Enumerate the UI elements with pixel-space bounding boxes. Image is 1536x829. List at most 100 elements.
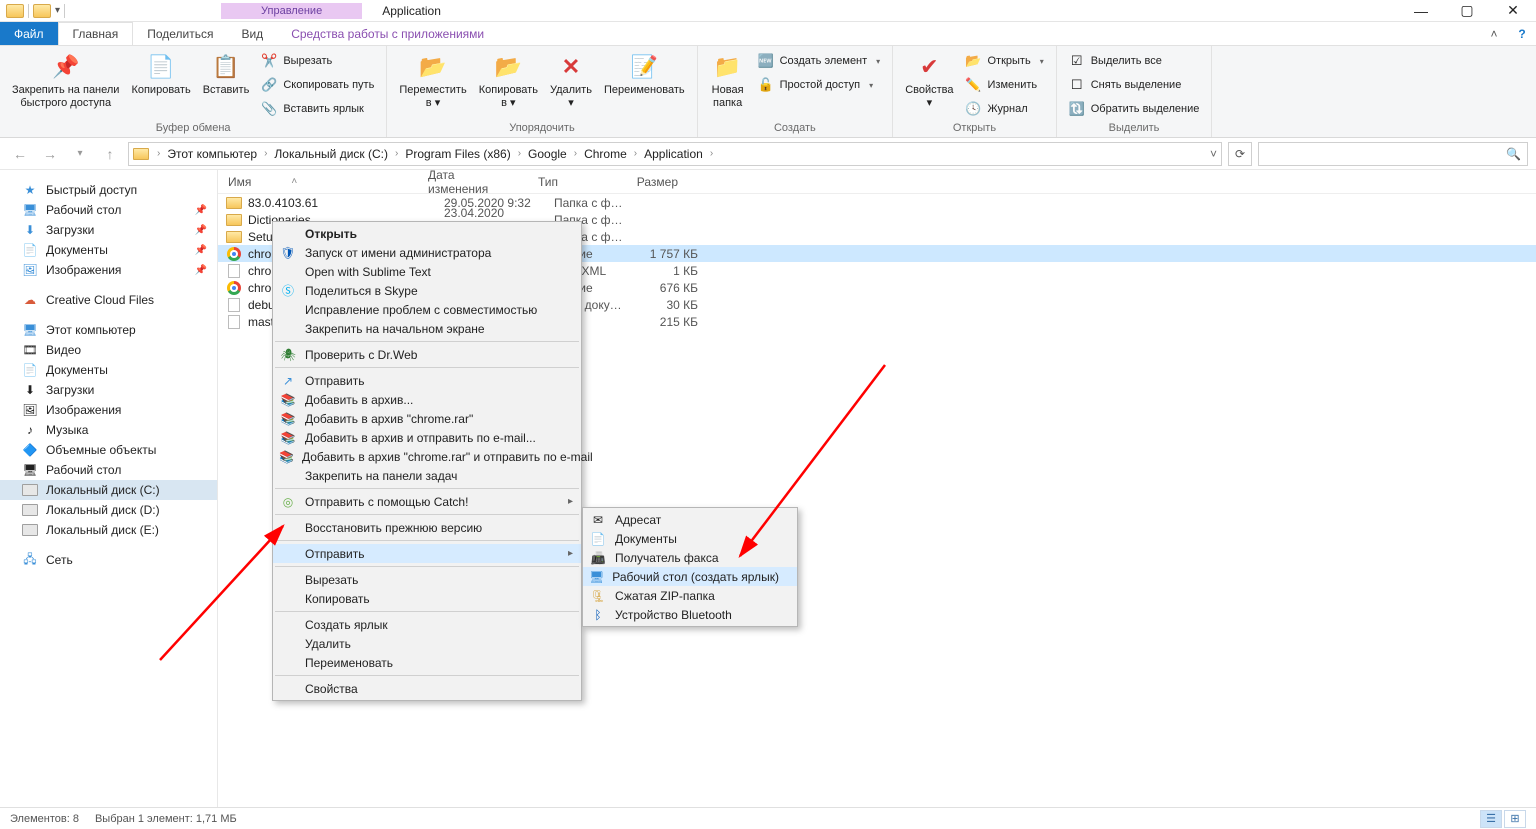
breadcrumb-item[interactable]: Application: [641, 147, 706, 161]
nav-music[interactable]: ♪Музыка: [0, 420, 217, 440]
column-size[interactable]: Размер: [618, 175, 688, 189]
new-folder-button[interactable]: 📁Новая папка: [704, 48, 752, 112]
nav-creative-cloud[interactable]: ☁Creative Cloud Files: [0, 290, 217, 310]
nav-forward-button[interactable]: →: [38, 142, 62, 166]
tab-home[interactable]: Главная: [58, 22, 134, 45]
ctx-restore[interactable]: Восстановить прежнюю версию: [273, 518, 581, 537]
ctx-run-admin[interactable]: 🛡Запуск от имени администратора: [273, 243, 581, 262]
nav-disk-c[interactable]: Локальный диск (C:): [0, 480, 217, 500]
ctx-skype[interactable]: ⓈПоделиться в Skype: [273, 281, 581, 300]
sendto-bluetooth[interactable]: ᛒУстройство Bluetooth: [583, 605, 797, 624]
ribbon-collapse-icon[interactable]: ˄: [1480, 22, 1508, 45]
invert-selection-button[interactable]: 🔃Обратить выделение: [1063, 98, 1206, 120]
paste-shortcut-button[interactable]: 📎Вставить ярлык: [255, 98, 380, 120]
nav-downloads-pc[interactable]: ⬇Загрузки: [0, 380, 217, 400]
view-details-button[interactable]: ☰: [1480, 810, 1502, 828]
select-all-button[interactable]: ☑Выделить все: [1063, 50, 1206, 72]
nav-disk-e[interactable]: Локальный диск (E:): [0, 520, 217, 540]
column-name[interactable]: Имя˄: [218, 175, 418, 189]
nav-downloads[interactable]: ⬇Загрузки📌: [0, 220, 217, 240]
nav-documents-pc[interactable]: 📄Документы: [0, 360, 217, 380]
ctx-pin-taskbar[interactable]: Закрепить на панели задач: [273, 466, 581, 485]
ctx-add-archive[interactable]: 📚Добавить в архив...: [273, 390, 581, 409]
ctx-open[interactable]: Открыть: [273, 224, 581, 243]
column-type[interactable]: Тип: [528, 175, 618, 189]
tab-file[interactable]: Файл: [0, 22, 58, 45]
properties-button[interactable]: ✔Свойства ▾: [899, 48, 959, 112]
nav-disk-d[interactable]: Локальный диск (D:): [0, 500, 217, 520]
ctx-catch[interactable]: ◎Отправить с помощью Catch!▸: [273, 492, 581, 511]
pin-quick-access-button[interactable]: 📌Закрепить на панели быстрого доступа: [6, 48, 125, 112]
ctx-create-shortcut[interactable]: Создать ярлык: [273, 615, 581, 634]
breadcrumb-item[interactable]: Program Files (x86): [402, 147, 513, 161]
nav-pictures[interactable]: 🖼Изображения📌: [0, 260, 217, 280]
ctx-compat[interactable]: Исправление проблем с совместимостью: [273, 300, 581, 319]
ctx-drweb[interactable]: 🕷Проверить с Dr.Web: [273, 345, 581, 364]
ctx-rename[interactable]: Переименовать: [273, 653, 581, 672]
nav-up-button[interactable]: ↑: [98, 142, 122, 166]
search-input[interactable]: 🔍: [1258, 142, 1528, 166]
rename-button[interactable]: 📝Переименовать: [598, 48, 691, 99]
tab-share[interactable]: Поделиться: [133, 22, 227, 45]
column-date[interactable]: Дата изменения: [418, 168, 528, 196]
qat-dropdown-icon[interactable]: ▾: [55, 5, 60, 16]
ctx-open-sublime[interactable]: Open with Sublime Text: [273, 262, 581, 281]
easy-access-button[interactable]: 🔓Простой доступ: [752, 74, 887, 96]
copy-button[interactable]: 📄Копировать: [125, 48, 196, 99]
ctx-send-to[interactable]: Отправить▸: [273, 544, 581, 563]
nav-pictures-pc[interactable]: 🖼Изображения: [0, 400, 217, 420]
nav-desktop-pc[interactable]: 🖥Рабочий стол: [0, 460, 217, 480]
refresh-button[interactable]: ⟳: [1228, 142, 1252, 166]
nav-network[interactable]: 🖧Сеть: [0, 550, 217, 570]
breadcrumb-item[interactable]: Этот компьютер: [164, 147, 260, 161]
tab-view[interactable]: Вид: [227, 22, 277, 45]
sendto-zip[interactable]: 🗜Сжатая ZIP-папка: [583, 586, 797, 605]
ctx-add-email[interactable]: 📚Добавить в архив и отправить по e-mail.…: [273, 428, 581, 447]
paste-button[interactable]: 📋Вставить: [197, 48, 256, 99]
ctx-add-rar-email[interactable]: 📚Добавить в архив "chrome.rar" и отправи…: [273, 447, 581, 466]
navigation-pane[interactable]: ★Быстрый доступ 🖥Рабочий стол📌 ⬇Загрузки…: [0, 170, 218, 807]
sendto-desktop[interactable]: 🖥Рабочий стол (создать ярлык): [583, 567, 797, 586]
tab-app-tools[interactable]: Средства работы с приложениями: [277, 22, 498, 45]
copy-to-button[interactable]: 📂Копировать в ▾: [473, 48, 544, 112]
sendto-recipient[interactable]: ✉Адресат: [583, 510, 797, 529]
open-button[interactable]: 📂Открыть: [960, 50, 1050, 72]
file-row[interactable]: 83.0.4103.6129.05.2020 9:32Папка с файла…: [218, 194, 1536, 211]
ctx-cut[interactable]: Вырезать: [273, 570, 581, 589]
sendto-submenu[interactable]: ✉Адресат 📄Документы 📠Получатель факса 🖥Р…: [582, 507, 798, 627]
nav-this-pc[interactable]: 🖥Этот компьютер: [0, 320, 217, 340]
minimize-button[interactable]: ―: [1398, 0, 1444, 22]
view-large-button[interactable]: ⊞: [1504, 810, 1526, 828]
breadcrumb-item[interactable]: Локальный диск (C:): [271, 147, 391, 161]
nav-3d-objects[interactable]: 🔷Объемные объекты: [0, 440, 217, 460]
breadcrumb-item[interactable]: Chrome: [581, 147, 630, 161]
sendto-documents[interactable]: 📄Документы: [583, 529, 797, 548]
nav-recent-dropdown[interactable]: ▾: [68, 142, 92, 166]
select-none-button[interactable]: ☐Снять выделение: [1063, 74, 1206, 96]
nav-documents[interactable]: 📄Документы📌: [0, 240, 217, 260]
nav-quick-access[interactable]: ★Быстрый доступ: [0, 180, 217, 200]
help-icon[interactable]: ?: [1508, 22, 1536, 45]
ctx-pin-start[interactable]: Закрепить на начальном экране: [273, 319, 581, 338]
address-bar[interactable]: › Этот компьютер› Локальный диск (C:)› P…: [128, 142, 1222, 166]
nav-videos[interactable]: 🎞Видео: [0, 340, 217, 360]
breadcrumb-item[interactable]: Google: [525, 147, 570, 161]
nav-desktop[interactable]: 🖥Рабочий стол📌: [0, 200, 217, 220]
address-dropdown-icon[interactable]: ˅: [1210, 147, 1217, 161]
sendto-fax[interactable]: 📠Получатель факса: [583, 548, 797, 567]
close-button[interactable]: ✕: [1490, 0, 1536, 22]
copy-path-button[interactable]: 🔗Скопировать путь: [255, 74, 380, 96]
maximize-button[interactable]: ▢: [1444, 0, 1490, 22]
ctx-delete[interactable]: Удалить: [273, 634, 581, 653]
history-button[interactable]: 🕓Журнал: [960, 98, 1050, 120]
new-item-button[interactable]: 🆕Создать элемент: [752, 50, 887, 72]
context-menu[interactable]: Открыть 🛡Запуск от имени администратора …: [272, 221, 582, 701]
edit-button[interactable]: ✏️Изменить: [960, 74, 1050, 96]
ctx-properties[interactable]: Свойства: [273, 679, 581, 698]
ctx-copy[interactable]: Копировать: [273, 589, 581, 608]
cut-button[interactable]: ✂️Вырезать: [255, 50, 380, 72]
ctx-share[interactable]: ↗Отправить: [273, 371, 581, 390]
nav-back-button[interactable]: ←: [8, 142, 32, 166]
ctx-add-rar[interactable]: 📚Добавить в архив "chrome.rar": [273, 409, 581, 428]
delete-button[interactable]: ✕Удалить ▾: [544, 48, 598, 112]
